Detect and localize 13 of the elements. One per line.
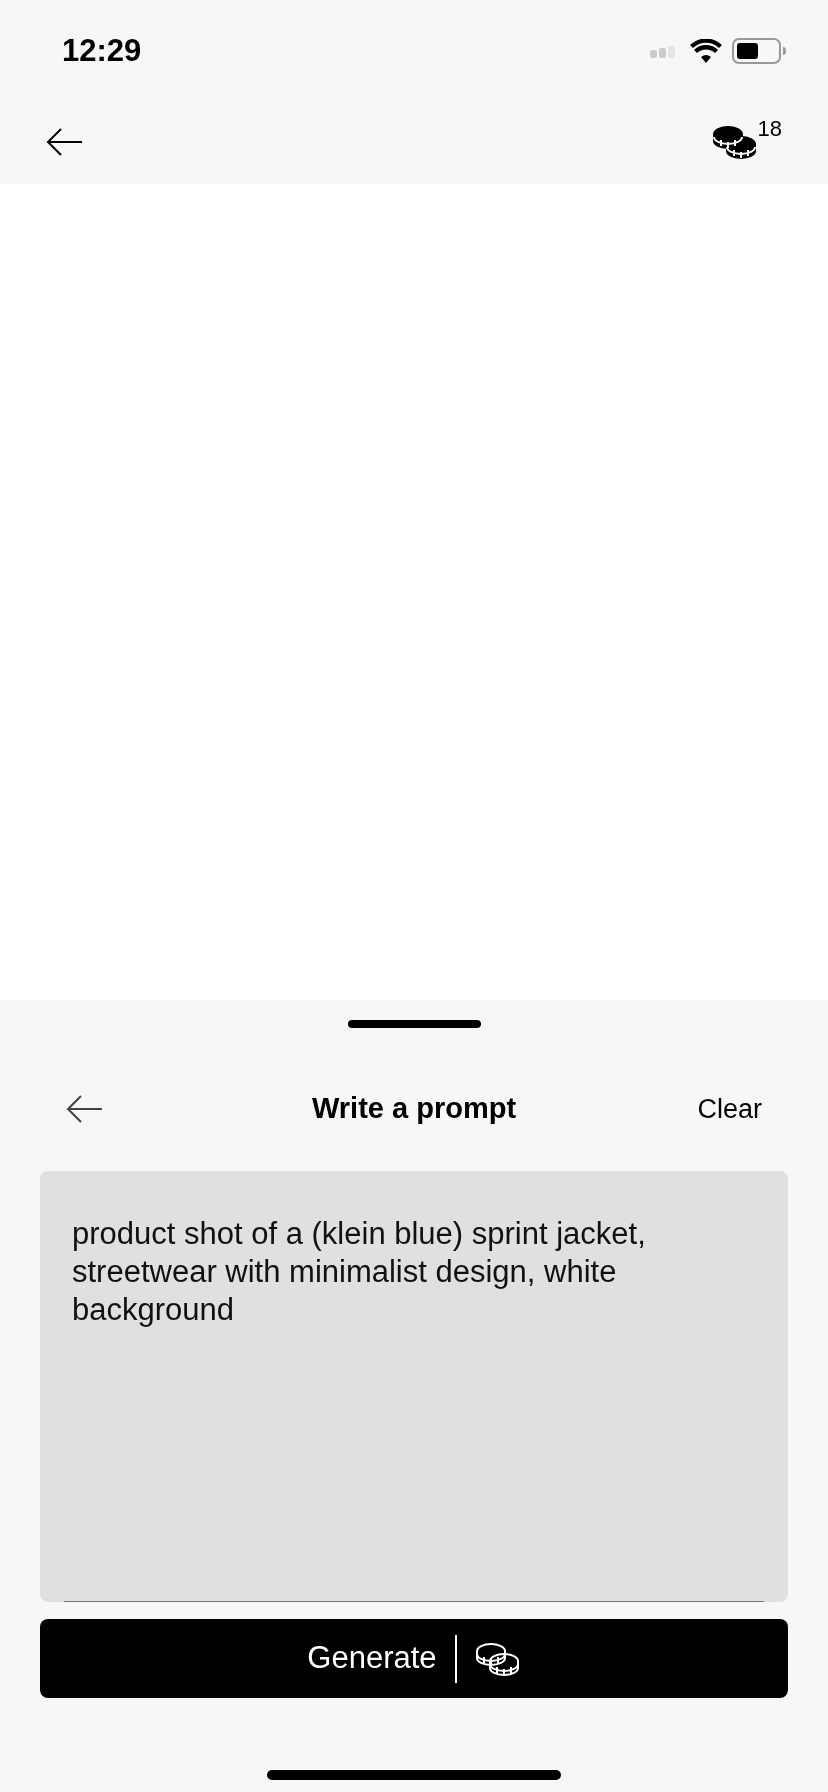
- coins-icon: [711, 124, 758, 160]
- wifi-icon: [690, 39, 722, 63]
- coin-count: 18: [757, 115, 782, 143]
- back-arrow-icon[interactable]: [46, 127, 84, 157]
- status-time: 12:29: [62, 31, 142, 70]
- battery-icon: [732, 38, 786, 64]
- sheet-title: Write a prompt: [311, 1091, 517, 1127]
- sheet-handle[interactable]: [347, 1020, 481, 1028]
- clear-button[interactable]: Clear: [697, 1088, 762, 1130]
- generate-button[interactable]: Generate: [40, 1619, 788, 1698]
- prompt-field[interactable]: product shot of a (klein blue) sprint jacket, streetwear with minimalist design, white background: [40, 1171, 788, 1602]
- back-arrow-icon[interactable]: [66, 1094, 104, 1124]
- coins-icon: [474, 1640, 521, 1677]
